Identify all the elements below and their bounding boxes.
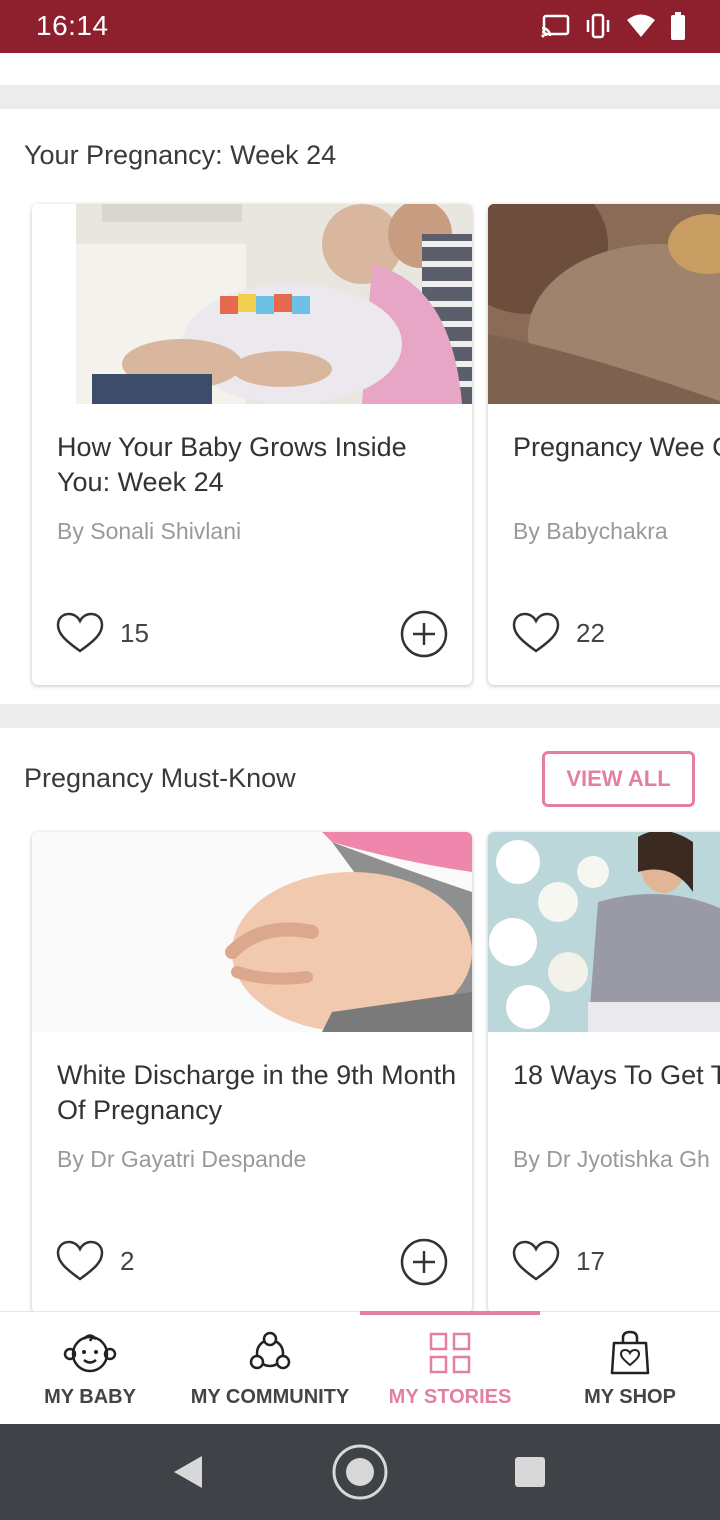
article-author: By Babychakra [513,518,668,544]
add-button[interactable] [400,1238,448,1291]
active-tab-indicator [360,1311,540,1315]
article-card[interactable]: Pregnancy Wee Growth By Babychakra 22 [488,204,720,685]
article-card[interactable]: 18 Ways To Get The Due Date! By Dr Jyoti… [488,832,720,1311]
article-image [488,204,720,404]
wifi-icon [627,14,655,37]
nav-label: MY STORIES [388,1386,512,1408]
article-author: By Dr Jyotishka Gh [513,1146,710,1172]
recents-button[interactable] [514,1456,546,1493]
back-triangle-icon[interactable] [170,1454,206,1490]
article-image [488,832,720,1032]
status-time: 16:14 [36,10,109,41]
nav-my-baby[interactable]: MY BABY [0,1312,180,1425]
plus-circle-icon[interactable] [400,1238,448,1286]
cast-icon [541,14,570,38]
view-all-button[interactable]: VIEW ALL [542,751,695,807]
stories-feed[interactable]: Your Pregnancy: Week 24 How Your Baby Gr… [0,53,720,1311]
article-author: By Dr Gayatri Despande [57,1146,307,1172]
vibrate-icon [586,13,610,39]
baby-face-icon [62,1330,118,1376]
nav-label: MY COMMUNITY [190,1386,350,1408]
section-title-week: Your Pregnancy: Week 24 [24,140,337,170]
add-button[interactable] [400,610,448,663]
shopping-bag-icon [608,1330,652,1376]
nav-label: MY SHOP [584,1386,676,1408]
like-control[interactable]: 2 [56,1240,134,1282]
battery-icon [671,12,685,40]
home-circle-icon[interactable] [331,1443,389,1501]
heart-icon[interactable] [512,1240,560,1282]
community-icon [247,1330,293,1376]
like-control[interactable]: 17 [512,1240,605,1282]
home-button[interactable] [331,1443,389,1506]
nav-my-shop[interactable]: MY SHOP [540,1312,720,1425]
like-count: 22 [576,617,605,648]
section-divider [0,85,720,109]
article-title[interactable]: White Discharge in the 9th Month Of Preg… [57,1058,457,1128]
like-count: 17 [576,1245,605,1276]
nav-my-community[interactable]: MY COMMUNITY [180,1312,360,1425]
nav-label: MY BABY [44,1386,136,1408]
bottom-navigation: MY BABY MY COMMUNITY MY STORIES MY SHOP [0,1311,720,1424]
article-image [32,832,472,1032]
like-control[interactable]: 22 [512,612,605,654]
article-author: By Sonali Shivlani [57,518,242,544]
like-control[interactable]: 15 [56,612,149,654]
heart-icon[interactable] [512,612,560,654]
system-navigation-bar [0,1424,720,1520]
article-title[interactable]: Pregnancy Wee Growth [513,430,720,465]
like-count: 15 [120,617,149,648]
article-image [32,204,472,404]
recents-square-icon[interactable] [514,1456,546,1488]
like-count: 2 [120,1245,135,1276]
article-title[interactable]: 18 Ways To Get The Due Date! [513,1058,720,1093]
grid-icon [428,1330,472,1376]
status-bar: 16:14 [0,0,720,53]
status-icons [540,12,686,40]
heart-icon[interactable] [56,612,104,654]
article-card[interactable]: How Your Baby Grows Inside You: Week 24 … [32,204,472,685]
plus-circle-icon[interactable] [400,610,448,658]
article-title[interactable]: How Your Baby Grows Inside You: Week 24 [57,430,457,500]
back-button[interactable] [170,1454,206,1495]
article-card[interactable]: White Discharge in the 9th Month Of Preg… [32,832,472,1311]
heart-icon[interactable] [56,1240,104,1282]
section-title-must-know: Pregnancy Must-Know [24,763,296,793]
nav-my-stories[interactable]: MY STORIES [360,1312,540,1425]
section-divider [0,704,720,728]
